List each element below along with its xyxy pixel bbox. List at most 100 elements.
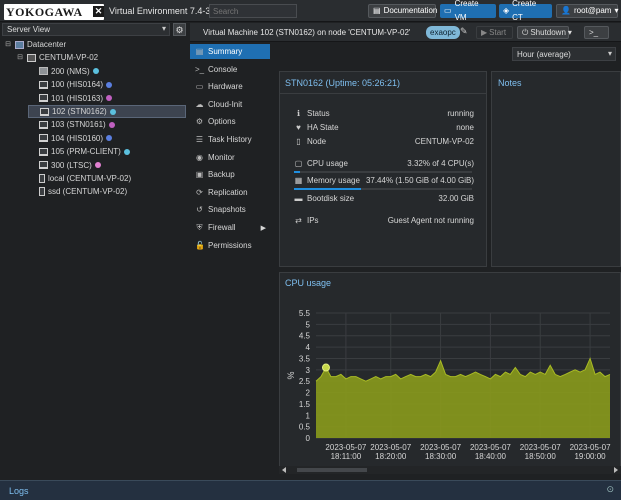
logo: YOKOGAWA ✕ bbox=[4, 4, 104, 20]
status-row-cpu-usage: ▢ CPU usage 3.32% of 4 CPU(s) bbox=[294, 159, 474, 171]
nav-item-console[interactable]: >_ Console bbox=[190, 62, 270, 77]
timeframe-select[interactable]: Hour (average) ▾ bbox=[512, 47, 616, 61]
nav-item-backup[interactable]: ▣ Backup bbox=[190, 167, 270, 182]
vm-tag[interactable]: exaopc bbox=[426, 26, 460, 39]
snapshots-icon: ↺ bbox=[196, 205, 203, 215]
view-selector[interactable]: Server View ▾ bbox=[2, 23, 170, 36]
tree-item-300-ltsc[interactable]: 300 (LTSC) bbox=[28, 159, 101, 172]
create-vm-label: Create VM bbox=[454, 0, 479, 22]
nav-item-label: Replication bbox=[208, 187, 248, 197]
tree-item-101-his0163[interactable]: 101 (HIS0163) bbox=[28, 92, 113, 105]
tree-item-100-his0164[interactable]: 100 (HIS0164) bbox=[28, 78, 113, 91]
shutdown-button[interactable]: ⏻ Shutdown ▾ bbox=[517, 26, 572, 39]
tree-item-103-stn0161[interactable]: 103 (STN0161) bbox=[28, 118, 115, 131]
y-tick-label: 0.5 bbox=[299, 423, 311, 432]
play-icon: ▶ bbox=[481, 27, 488, 37]
gear-icon[interactable]: ⚙ bbox=[173, 23, 186, 36]
chevron-down-icon: ▾ bbox=[567, 27, 572, 37]
cube-icon: ◈ bbox=[503, 6, 510, 15]
start-label: Start bbox=[489, 27, 507, 37]
shutdown-label: Shutdown bbox=[530, 27, 566, 37]
data-point-highlight[interactable] bbox=[321, 363, 330, 372]
status-panel-header: STN0162 (Uptime: 05:26:21) bbox=[280, 72, 486, 94]
create-ct-button[interactable]: ◈ Create CT bbox=[499, 0, 552, 22]
monitor-icon bbox=[39, 80, 48, 89]
chevron-down-icon: ▾ bbox=[607, 49, 612, 58]
logs-title: Logs bbox=[9, 486, 29, 496]
nav-item-firewall[interactable]: ⛨ Firewall ▶ bbox=[190, 220, 270, 235]
nav-item-label: Snapshots bbox=[208, 205, 246, 215]
tree-item-datacenter[interactable]: ⊟ Datacenter bbox=[4, 38, 66, 51]
nav-item-label: Hardware bbox=[208, 82, 243, 92]
tree-item-104-his0160[interactable]: 104 (HIS0160) bbox=[28, 132, 113, 145]
firewall-icon: ⛨ bbox=[196, 222, 203, 232]
status-label: IPs bbox=[307, 216, 319, 225]
status-value: 32.00 GiB bbox=[438, 194, 474, 203]
documentation-button[interactable]: ▤ Documentation bbox=[368, 4, 437, 18]
console-label: >_ bbox=[589, 27, 599, 37]
monitor-icon bbox=[39, 147, 48, 156]
tree-item-label: ssd (CENTUM-VP-02) bbox=[48, 187, 128, 197]
x-tick-time: 18:40:00 bbox=[475, 452, 507, 461]
search-input[interactable] bbox=[209, 4, 297, 18]
logs-panel[interactable]: Logs ⊙ bbox=[0, 480, 621, 500]
tree-item-ssd-centum-vp-02[interactable]: ssd (CENTUM-VP-02) bbox=[28, 185, 127, 198]
pencil-icon[interactable]: ✎ bbox=[460, 26, 468, 37]
notes-panel[interactable]: Notes bbox=[491, 71, 621, 267]
nav-item-label: Monitor bbox=[208, 152, 235, 162]
logo-mark-icon: ✕ bbox=[93, 6, 104, 17]
tree-item-200-nms[interactable]: 200 (NMS) bbox=[28, 65, 99, 78]
top-bar: YOKOGAWA ✕ Virtual Environment 7.4-3 ▤ D… bbox=[0, 0, 621, 22]
chevron-down-icon: ▾ bbox=[161, 24, 166, 33]
ha-state-icon: ♥ bbox=[296, 123, 301, 132]
y-tick-label: 0 bbox=[306, 434, 311, 443]
start-button[interactable]: ▶ Start bbox=[476, 26, 513, 39]
status-row-status: ℹ Status running bbox=[294, 109, 474, 121]
user-menu-button[interactable]: 👤 root@pam ▾ bbox=[556, 4, 618, 18]
vm-status-icon bbox=[94, 162, 101, 169]
status-value: 37.44% (1.50 GiB of 4.00 GiB) bbox=[365, 176, 474, 185]
vm-status-icon bbox=[108, 121, 115, 128]
nav-item-task-history[interactable]: ☰ Task History bbox=[190, 132, 270, 147]
y-tick-label: 4.5 bbox=[299, 332, 311, 341]
y-axis-label: % bbox=[286, 371, 296, 379]
nav-item-permissions[interactable]: 🔓 Permissions bbox=[190, 238, 270, 253]
y-tick-label: 1.5 bbox=[299, 400, 311, 409]
collapse-toggle-icon[interactable]: ⊟ bbox=[16, 51, 24, 64]
horizontal-scrollbar[interactable] bbox=[279, 466, 621, 474]
chart-title: CPU usage bbox=[285, 278, 332, 288]
x-tick-date: 2023-05-07 bbox=[570, 443, 611, 452]
scrollbar-thumb[interactable] bbox=[297, 468, 367, 472]
nav-item-cloud-init[interactable]: ☁ Cloud-Init bbox=[190, 97, 270, 112]
tree-item-105-prm-client[interactable]: 105 (PRM-CLIENT) bbox=[28, 145, 130, 158]
x-tick-time: 18:11:00 bbox=[331, 452, 362, 461]
tree-item-label: CENTUM-VP-02 bbox=[39, 53, 99, 63]
y-tick-label: 2.5 bbox=[299, 377, 311, 386]
monitor-icon bbox=[39, 134, 48, 143]
timeframe-value: Hour (average) bbox=[517, 50, 571, 59]
permissions-icon: 🔓 bbox=[195, 240, 205, 250]
nav-item-snapshots[interactable]: ↺ Snapshots bbox=[190, 202, 270, 217]
tree-item-local-centum-vp-02[interactable]: local (CENTUM-VP-02) bbox=[28, 172, 131, 185]
nav-item-summary[interactable]: ▤ Summary bbox=[190, 44, 270, 59]
cpu-usage-icon: ▢ bbox=[294, 159, 303, 168]
nav-item-label: Backup bbox=[208, 170, 235, 180]
x-tick-date: 2023-05-07 bbox=[370, 443, 411, 452]
x-tick-date: 2023-05-07 bbox=[520, 443, 561, 452]
nav-item-label: Options bbox=[208, 117, 236, 127]
cpu-usage-bar bbox=[294, 171, 472, 173]
nav-item-hardware[interactable]: ▭ Hardware bbox=[190, 79, 270, 94]
vm-status-icon bbox=[123, 148, 130, 155]
create-vm-button[interactable]: ▭ Create VM bbox=[440, 0, 496, 22]
cpu-usage-chart-panel: CPU usage 0 0.5 1 1.5 2 2.5 3 3.5 4 4.5 5 5.5 2023-0… bbox=[279, 272, 621, 474]
console-button[interactable]: >_ bbox=[584, 26, 609, 39]
expand-icon[interactable]: ⊙ bbox=[606, 484, 614, 495]
tree-item-102-stn0162[interactable]: 102 (STN0162) bbox=[28, 105, 186, 118]
nav-item-replication[interactable]: ⟳ Replication bbox=[190, 185, 270, 200]
collapse-toggle-icon[interactable]: ⊟ bbox=[4, 38, 12, 51]
nav-item-monitor[interactable]: ◉ Monitor bbox=[190, 150, 270, 165]
nav-item-options[interactable]: ⚙ Options bbox=[190, 114, 270, 129]
y-tick-label: 3 bbox=[306, 366, 311, 375]
status-row-label-group: ⇄ IPs bbox=[294, 216, 319, 225]
tree-item-centum-vp-02[interactable]: ⊟ CENTUM-VP-02 bbox=[16, 51, 98, 64]
